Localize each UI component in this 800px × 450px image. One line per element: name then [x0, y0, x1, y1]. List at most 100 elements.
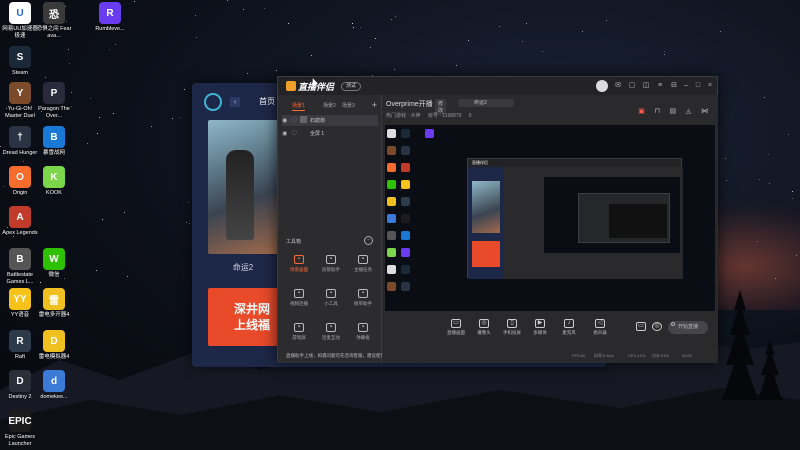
desktop-icon[interactable]: P Paragon The Over... — [34, 82, 74, 119]
star — [109, 49, 111, 51]
avatar[interactable] — [596, 80, 608, 92]
pin-icon[interactable]: ⊟ — [670, 82, 678, 90]
star — [525, 22, 527, 24]
star — [264, 8, 266, 10]
close-icon[interactable]: × — [706, 82, 714, 90]
desktop-icon[interactable]: R Rumbleve... — [90, 2, 130, 33]
launcher-home-tab[interactable]: 首页 — [259, 96, 275, 107]
preview-desktop-icon — [401, 214, 410, 223]
category-select[interactable]: 命运2 — [458, 99, 514, 107]
star — [115, 44, 117, 46]
desktop-icon[interactable]: EPIC Epic Games Launcher — [0, 410, 40, 447]
brand-badge: 测试 — [341, 82, 362, 91]
lock-icon[interactable]: ⊓ — [655, 107, 660, 115]
tool-link[interactable]: ▪ 连麦互动 — [316, 323, 346, 351]
tool-rank[interactable]: ▪ 榜单助手 — [348, 289, 378, 317]
desktop-icon[interactable]: A Apex Legends — [0, 206, 40, 237]
paragon-icon: P — [43, 82, 65, 104]
star — [726, 179, 728, 181]
desktop-icon[interactable]: 雷雷电多开器4 — [34, 288, 74, 319]
back-icon[interactable]: ‹ — [230, 97, 240, 107]
streaming-app-window[interactable]: 直播伴侣 测试 ✉ ▢ ◫ ≡ ⊟ – □ × 场景1 场景2 场景3 + ◉ … — [277, 76, 718, 363]
star — [395, 15, 397, 17]
phone-button[interactable]: ▯ 手机投屏 — [499, 319, 525, 336]
tab-scene-3[interactable]: 场景3 — [342, 102, 355, 109]
toolbox-collapse-icon[interactable]: − — [364, 236, 373, 245]
record-icon[interactable]: ▣ — [638, 107, 645, 115]
source-name: 全屏 1 — [310, 131, 325, 137]
star — [151, 125, 153, 127]
lock-icon[interactable]: ▢ — [292, 117, 297, 123]
tool-tool[interactable]: ▪ 小工具 — [316, 289, 346, 317]
tool-danmaku[interactable]: ▪ 弹幕框 — [348, 323, 378, 351]
eye-icon[interactable]: ◉ — [282, 130, 287, 137]
add-scene-button[interactable]: + — [372, 100, 377, 110]
tool-task[interactable]: ▪ 主播任务 — [348, 255, 378, 283]
tool-game-screen[interactable]: ▪ 游戏屏 — [284, 323, 314, 351]
star — [764, 97, 766, 99]
yugioh-icon: Y — [9, 82, 31, 104]
desktop-icon-label: 微信 — [48, 272, 60, 278]
star — [184, 88, 186, 90]
maximize-icon[interactable]: □ — [694, 82, 702, 90]
desktop-icon[interactable]: D 雷电模拟器4 — [34, 330, 74, 361]
mail-icon[interactable]: ✉ — [614, 82, 622, 90]
tool-video[interactable]: ▪ 视频连播 — [284, 289, 314, 317]
media-button[interactable]: ▶ 多媒体 — [527, 319, 553, 336]
bell-icon[interactable]: ◬ — [686, 107, 691, 115]
desktop-icon[interactable]: 恐恐惧之间 Fear ava... — [34, 2, 74, 39]
star — [664, 53, 666, 55]
nested-preview-window: 直播伴侣 — [467, 158, 683, 279]
main-area: Overprime开播 修改 命运2 热门游戏 · 大神 房号 · 119887… — [382, 95, 718, 363]
domekee-icon: d — [43, 370, 65, 392]
screen-button[interactable]: ▭ 直播画面 — [443, 319, 469, 336]
star — [769, 182, 771, 184]
desktop-icon[interactable]: K KOOK — [34, 166, 74, 197]
screen-icon: ▭ — [451, 319, 461, 328]
share-icon[interactable]: ⋈ — [701, 107, 708, 115]
tool-label: 连麦互动 — [322, 335, 340, 340]
source-item[interactable]: ◉ ▢ 石窟炮 — [282, 115, 378, 126]
preview-desktop-icon — [401, 129, 410, 138]
star — [664, 50, 666, 52]
star — [87, 143, 89, 145]
promo-banner[interactable]: 深井网 上线福 — [208, 288, 278, 346]
menu-icon[interactable]: ≡ — [656, 82, 664, 90]
star — [582, 30, 584, 32]
desktop-icon[interactable]: B 暴雪战网 — [34, 126, 74, 157]
desktop-icon[interactable]: d domekee... — [34, 370, 74, 401]
camera-button[interactable]: ◎ 摄像头 — [471, 319, 497, 336]
star — [788, 133, 790, 135]
bottom-tool-label: 扬声器 — [593, 330, 607, 335]
star — [287, 23, 289, 25]
speaker-button[interactable]: ◁ 扬声器 — [587, 319, 613, 336]
tab-scene-2[interactable]: 场景2 — [323, 102, 336, 109]
desktop-icon-label: KOOK — [46, 190, 62, 196]
chat-icon[interactable]: ▢ — [628, 82, 636, 90]
source-item[interactable]: ◉ ▢ 全屏 1 — [282, 128, 378, 139]
desktop-icon-label: Steam — [12, 70, 28, 76]
layout-icon[interactable]: ▤ — [670, 107, 677, 115]
yy-icon: YY — [9, 288, 31, 310]
ldplayer-icon: D — [43, 330, 65, 352]
star — [360, 27, 362, 29]
tab-scene-1[interactable]: 场景1 — [292, 102, 305, 111]
stream-preview[interactable]: 直播伴侣 — [385, 125, 715, 311]
minimize-icon[interactable]: – — [682, 82, 690, 90]
mic-button[interactable]: ♪ 麦克风 — [556, 319, 582, 336]
lock-icon[interactable]: ▢ — [292, 130, 297, 136]
eye-icon[interactable]: ◉ — [282, 117, 287, 124]
desktop-icon[interactable]: W 微信 — [34, 248, 74, 279]
admin-icon: ▪ — [326, 255, 336, 264]
bottom-tool-label: 摄像头 — [477, 330, 491, 335]
tool-icon: ▪ — [326, 289, 336, 298]
gift-icon[interactable]: ◫ — [642, 82, 650, 90]
tool-scene[interactable]: ▪ 场景画面 — [284, 255, 314, 283]
launcher-logo — [204, 93, 222, 111]
settings-button[interactable]: ⚙ — [660, 322, 686, 333]
desktop-icon[interactable]: S Steam — [0, 46, 40, 77]
status-item: 码率:0 kb/s — [594, 353, 614, 358]
desktop-icon-label: domekee... — [40, 394, 68, 400]
task-icon: ▪ — [358, 255, 368, 264]
tool-admin[interactable]: ▪ 房管助手 — [316, 255, 346, 283]
